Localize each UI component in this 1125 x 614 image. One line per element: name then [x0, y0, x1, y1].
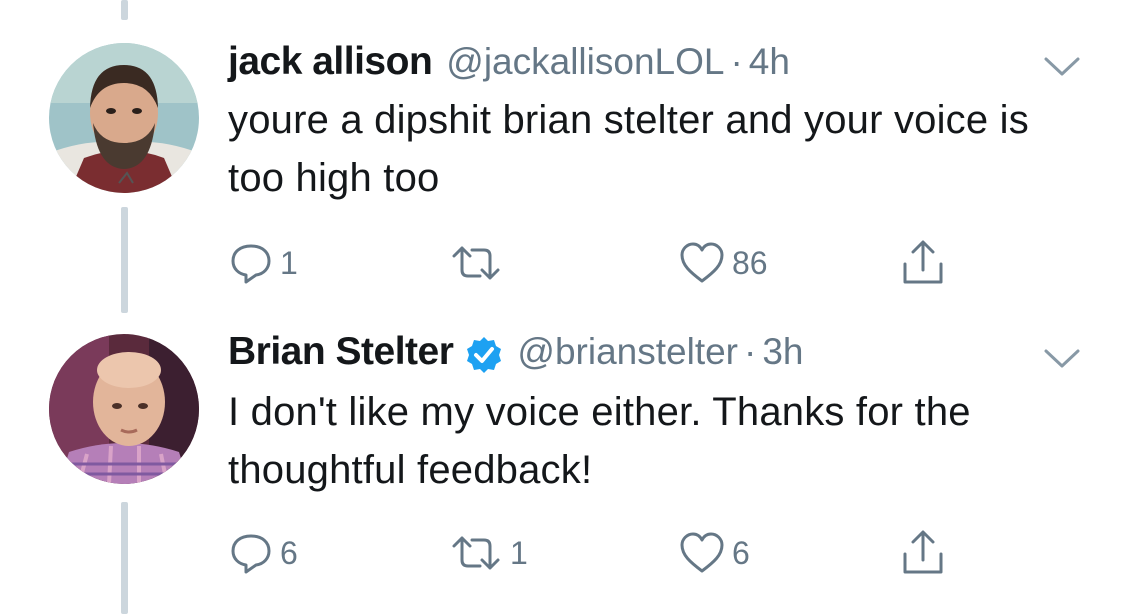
avatar[interactable]: [49, 334, 199, 484]
reply-icon: [231, 534, 271, 574]
separator-dot: ·: [730, 41, 743, 82]
tweet-jack-allison[interactable]: jack allison @jackallisonLOL · 4h youre …: [0, 0, 1125, 320]
user-handle[interactable]: @jackallisonLOL: [446, 41, 724, 83]
verified-badge-icon: [467, 337, 502, 373]
share-button[interactable]: [900, 238, 946, 288]
tweet-brian-stelter[interactable]: Brian Stelter @brianstelter · 3h I don't…: [0, 320, 1125, 614]
retweet-icon: [452, 246, 500, 280]
like-button[interactable]: 6: [678, 528, 750, 578]
reply-button[interactable]: 1: [228, 238, 298, 288]
reply-icon: [231, 244, 271, 284]
like-button[interactable]: 86: [678, 238, 768, 288]
share-icon: [903, 530, 943, 574]
like-count: 6: [732, 534, 750, 571]
tweet-text: youre a dipshit brian stelter and your v…: [228, 98, 1029, 200]
separator-dot: ·: [744, 331, 757, 372]
avatar[interactable]: [49, 43, 199, 193]
tweet-text: I don't like my voice either. Thanks for…: [228, 390, 971, 492]
retweet-count: 1: [510, 534, 528, 571]
tweet-header: Brian Stelter @brianstelter · 3h: [228, 330, 803, 380]
reply-count: 6: [280, 534, 298, 571]
share-icon: [903, 240, 943, 284]
heart-icon: [680, 532, 724, 573]
tweet-actions: 6 1 6: [228, 528, 1125, 578]
reply-button[interactable]: 6: [228, 528, 298, 578]
retweet-button[interactable]: [448, 238, 510, 288]
display-name[interactable]: jack allison: [228, 40, 433, 84]
retweet-button[interactable]: 1: [448, 528, 528, 578]
chevron-down-icon[interactable]: [1042, 55, 1082, 79]
retweet-icon: [452, 536, 500, 570]
user-handle[interactable]: @brianstelter: [517, 331, 738, 373]
chevron-down-icon[interactable]: [1042, 347, 1082, 371]
share-button[interactable]: [900, 528, 946, 578]
like-count: 86: [732, 244, 768, 281]
heart-icon: [680, 242, 724, 283]
timestamp[interactable]: 4h: [749, 41, 790, 83]
display-name[interactable]: Brian Stelter: [228, 330, 454, 374]
tweet-header: jack allison @jackallisonLOL · 4h: [228, 40, 790, 90]
reply-count: 1: [280, 244, 298, 281]
timestamp[interactable]: 3h: [762, 331, 803, 373]
tweet-actions: 1 86: [228, 238, 1125, 288]
